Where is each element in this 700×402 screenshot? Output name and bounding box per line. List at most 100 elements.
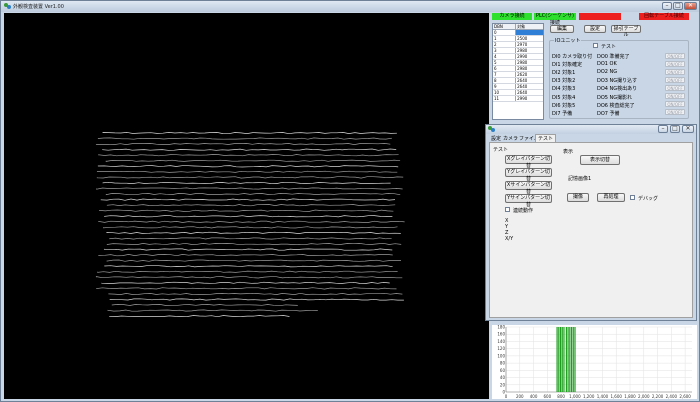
- table-cell-target: 2640: [517, 78, 528, 83]
- scan-line: [102, 181, 391, 184]
- scan-line: [97, 270, 398, 273]
- scan-line: [103, 248, 393, 251]
- sub-minimize-button[interactable]: –: [658, 125, 668, 133]
- scan-line: [111, 304, 298, 307]
- scan-line: [98, 254, 393, 257]
- table-cell-dbn: 6: [493, 66, 517, 71]
- sub-window: – □ ✕ 設定 カメラ ファイル テスト テスト 表示 Xグレイパターン切替 …: [485, 124, 697, 321]
- table-cell-target: 2640: [517, 90, 528, 95]
- table-cell-dbn: 0: [493, 30, 517, 35]
- io-onoff-button[interactable]: ON/OFF: [665, 84, 685, 91]
- image-canvas[interactable]: [4, 13, 489, 399]
- y-sine-pattern-button[interactable]: Yサインパターン切替: [505, 194, 552, 208]
- y-tick-label: 180: [497, 325, 505, 330]
- debug-label: デバッグ: [638, 196, 659, 202]
- scan-line: [98, 154, 399, 157]
- y-tick-label: 20: [500, 382, 506, 387]
- data-table[interactable]: DBN 対象 0 1 2500 2 2970 3 2980 4 2990 5 2980 6 2980 7 2…: [492, 23, 544, 120]
- table-button[interactable]: 掃引テーブル: [611, 25, 641, 38]
- table-row[interactable]: 11 2990: [493, 96, 543, 102]
- io-output-label: DO7 予備: [597, 110, 620, 117]
- histogram-bar: [572, 327, 574, 392]
- app-icon: [4, 3, 11, 9]
- x-tick-label: 400: [530, 394, 538, 399]
- y-tick-label: 120: [497, 346, 505, 351]
- x-tick-label: 2,000: [638, 394, 650, 399]
- sub-close-button[interactable]: ✕: [682, 125, 694, 133]
- y-tick-label: 40: [500, 375, 506, 380]
- close-button[interactable]: ✕: [684, 2, 697, 10]
- io-input-label: DI2 対象1: [552, 70, 576, 77]
- x-gray-pattern-button[interactable]: Xグレイパターン切替: [505, 155, 552, 169]
- camera-status: カメラ接続: [492, 13, 532, 20]
- app-window: 外観検査装置 Ver1.00 – □ ✕ カメラ接続 PLC(シーケンサ)接続 …: [0, 0, 700, 402]
- test-checkbox[interactable]: [593, 43, 598, 48]
- io-onoff-button[interactable]: ON/OFF: [665, 93, 685, 99]
- table-cell-dbn: 8: [493, 78, 517, 83]
- table-cell-dbn: 7: [493, 72, 517, 77]
- io-onoff-button[interactable]: ON/OFF: [665, 76, 685, 83]
- table-cell-target: 2500: [517, 36, 528, 41]
- io-onoff-button[interactable]: ON/OFF: [665, 52, 685, 59]
- plc-status: PLC(シーケンサ)接続: [534, 13, 576, 26]
- io-onoff-button[interactable]: ON/OFF: [665, 109, 685, 116]
- scan-line: [107, 309, 318, 312]
- scan-line: [109, 298, 404, 301]
- col-header-dbn: DBN: [493, 24, 517, 29]
- histogram-bar: [559, 327, 562, 392]
- scan-line: [100, 198, 396, 201]
- debug-checkbox[interactable]: [630, 195, 635, 200]
- turntable-status: 回転テーブル接続: [639, 13, 689, 20]
- display-switch-button[interactable]: 表示切替: [580, 155, 620, 165]
- scan-line: [96, 176, 404, 179]
- x-sine-pattern-button[interactable]: Xサインパターン切替: [505, 181, 552, 195]
- io-output-label: DO6 検査総完了: [597, 102, 635, 109]
- scan-line: [106, 204, 396, 207]
- test-checkbox-label: テスト: [601, 44, 617, 50]
- x-tick-label: 2,600: [679, 394, 691, 399]
- settings-button[interactable]: 設定: [584, 25, 606, 33]
- table-cell-dbn: 11: [493, 96, 517, 101]
- table-cell-dbn: 1: [493, 36, 517, 41]
- table-cell-target: 2970: [517, 42, 528, 47]
- io-input-label: DI0 カメラ取り付: [552, 54, 593, 60]
- table-cell-dbn: 10: [493, 90, 517, 95]
- title-bar: 外観検査装置 Ver1.00 – □ ✕: [1, 1, 699, 12]
- continuous-checkbox[interactable]: [505, 207, 510, 212]
- histogram-bar: [563, 327, 565, 392]
- capture-button[interactable]: 撮像: [567, 193, 589, 202]
- io-output-label: DO0 準備完了: [597, 54, 630, 60]
- scan-line: [96, 170, 398, 173]
- table-cell-target: 2980: [517, 66, 528, 71]
- scan-line: [99, 209, 394, 212]
- x-tick-label: 600: [544, 394, 552, 399]
- y-tick-label: 140: [497, 339, 505, 344]
- scan-line: [97, 165, 399, 168]
- scan-line: [103, 226, 398, 229]
- scan-line: [95, 276, 403, 279]
- scan-line: [109, 237, 392, 240]
- y-tick-label: 60: [500, 368, 506, 373]
- minimize-button[interactable]: –: [662, 2, 672, 10]
- io-input-label: DI6 対象5: [552, 102, 576, 109]
- memory-image-label: 記憶画像1: [568, 176, 592, 182]
- table-cell-dbn: 9: [493, 84, 517, 89]
- histogram-bar: [565, 327, 567, 392]
- maximize-button[interactable]: □: [673, 2, 683, 10]
- io-onoff-button[interactable]: ON/OFF: [665, 68, 685, 75]
- table-cell-dbn: 3: [493, 48, 517, 53]
- io-onoff-button[interactable]: ON/OFF: [665, 60, 685, 67]
- sub-maximize-button[interactable]: □: [670, 125, 680, 133]
- table-cell-target: [516, 30, 543, 35]
- test-group-label: テスト: [493, 147, 509, 153]
- io-onoff-button[interactable]: ON/OFF: [665, 101, 685, 108]
- x-tick-label: 1,000: [569, 394, 581, 399]
- table-cell-target: 2980: [517, 48, 528, 53]
- edit-button[interactable]: 編集: [550, 25, 574, 33]
- scan-line: [105, 193, 401, 196]
- x-tick-label: 1,600: [610, 394, 622, 399]
- reprocess-button[interactable]: 再処理: [597, 193, 625, 202]
- y-gray-pattern-button[interactable]: Yグレイパターン切替: [505, 168, 552, 182]
- x-tick-label: 1,800: [624, 394, 636, 399]
- histogram-bar: [556, 327, 558, 392]
